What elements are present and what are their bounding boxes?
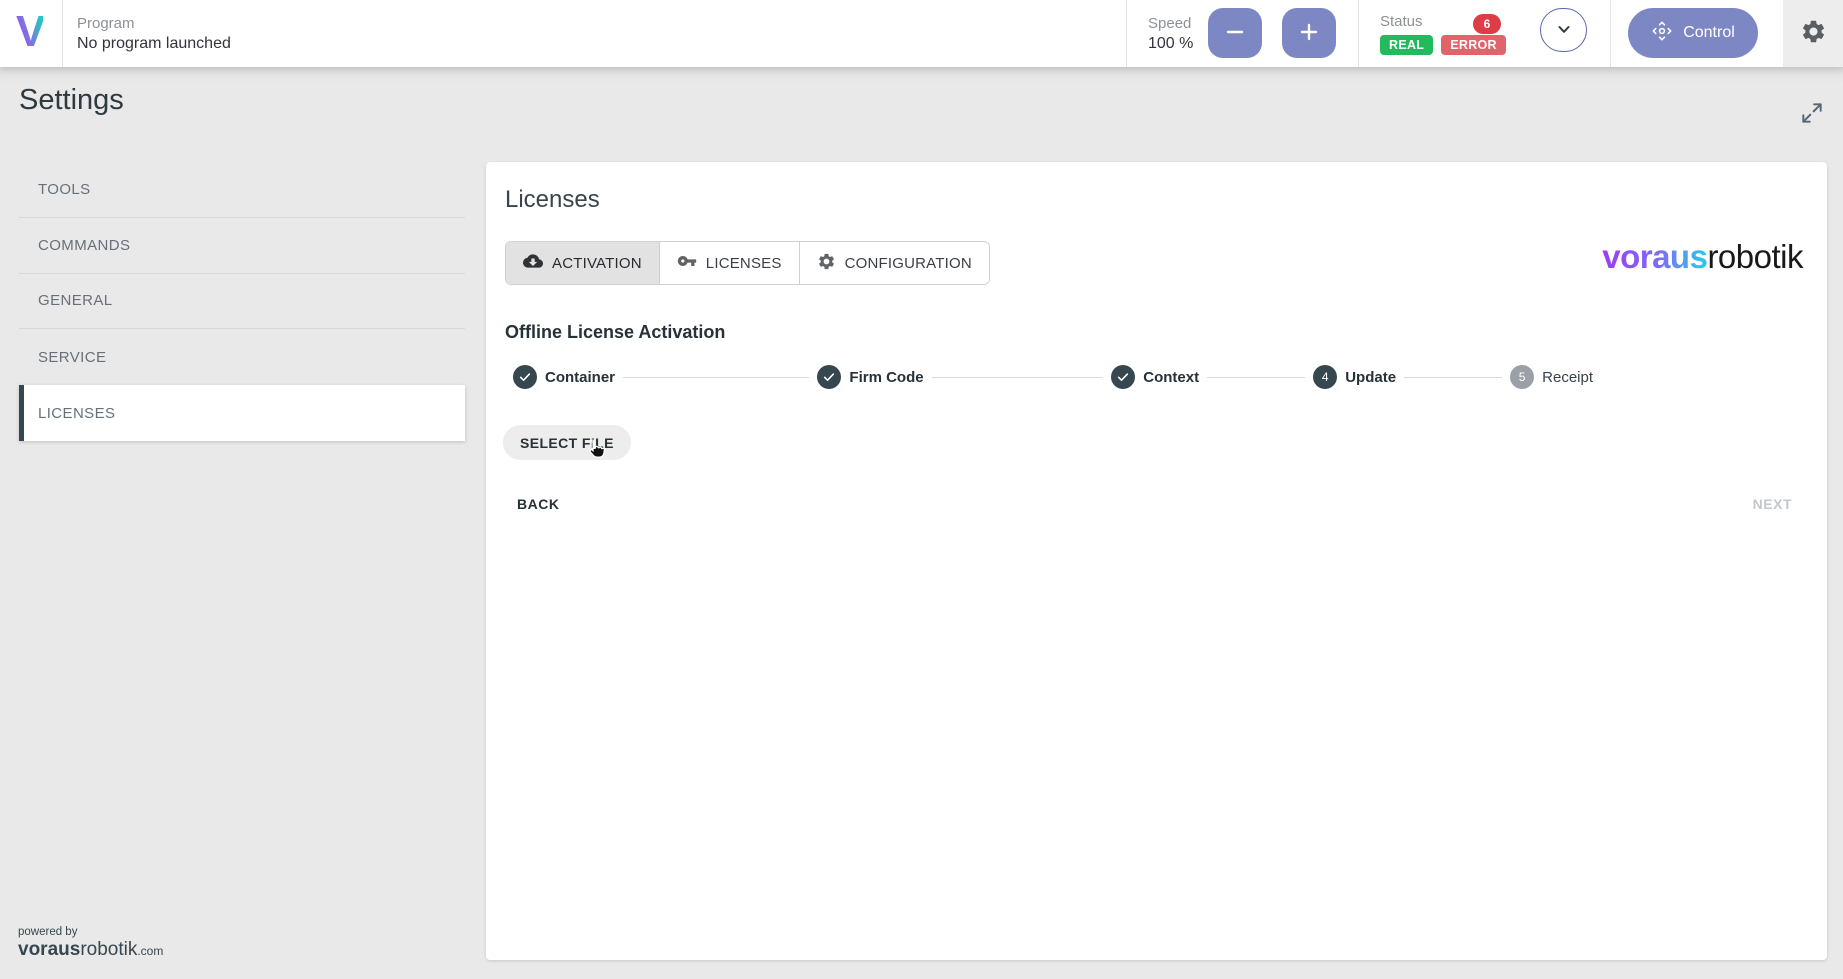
step-check-icon: [513, 365, 537, 389]
footer-brand-suffix: .com: [137, 944, 163, 958]
step-receipt: 5 Receipt: [1510, 365, 1593, 389]
sidebar-item-label: LICENSES: [38, 405, 115, 422]
tab-activation[interactable]: ACTIVATION: [506, 242, 659, 284]
back-button[interactable]: BACK: [505, 486, 571, 522]
app-screen: V Program No program launched Speed 100 …: [0, 0, 1843, 979]
minus-icon: [1222, 19, 1248, 48]
error-count-badge: 6: [1473, 14, 1501, 34]
footer-brand: vorausrobotik.com: [18, 939, 163, 961]
sidebar-item-general[interactable]: GENERAL: [19, 274, 465, 330]
section-title: Offline License Activation: [505, 322, 725, 343]
step-firm-code: Firm Code: [817, 365, 923, 389]
step-check-icon: [817, 365, 841, 389]
tab-configuration[interactable]: CONFIGURATION: [799, 242, 989, 284]
select-file-button[interactable]: SELECT FILE: [503, 425, 631, 460]
program-label: Program: [77, 15, 231, 32]
step-context: Context: [1111, 365, 1199, 389]
activation-stepper: Container Firm Code Context: [513, 364, 1593, 390]
top-bar: V Program No program launched Speed 100 …: [0, 0, 1843, 67]
plus-icon: [1296, 19, 1322, 48]
step-connector: [932, 377, 1104, 378]
powered-by-label: powered by: [18, 926, 163, 938]
next-button[interactable]: NEXT: [1741, 486, 1804, 522]
program-value: No program launched: [77, 35, 231, 53]
brand-bold: voraus: [1602, 238, 1707, 275]
footer-brand-regular: robotik: [80, 939, 137, 960]
program-status: Program No program launched: [77, 0, 231, 67]
divider: [62, 0, 63, 67]
step-label: Container: [545, 369, 615, 386]
fullscreen-toggle-button[interactable]: [1797, 99, 1827, 129]
step-container: Container: [513, 365, 615, 389]
licenses-card: Licenses vorausrobotik ACTIVATION LICENS…: [486, 162, 1827, 960]
cloud-download-icon: [523, 251, 543, 275]
control-button[interactable]: Control: [1628, 8, 1758, 58]
sidebar-item-tools[interactable]: TOOLS: [19, 162, 465, 218]
step-connector: [623, 377, 809, 378]
speed-value: 100 %: [1148, 35, 1193, 53]
tab-label: LICENSES: [706, 255, 782, 272]
status-badges: REAL ERROR: [1380, 35, 1506, 55]
sidebar-item-commands[interactable]: COMMANDS: [19, 218, 465, 274]
sidebar-item-licenses[interactable]: LICENSES: [19, 385, 465, 441]
settings-page: Settings TOOLS COMMANDS GENERAL SERVICE: [0, 67, 1843, 979]
step-label: Update: [1345, 369, 1396, 386]
sidebar-item-service[interactable]: SERVICE: [19, 329, 465, 385]
speed-label: Speed: [1148, 15, 1193, 32]
voraus-robotik-logo: vorausrobotik: [1602, 238, 1803, 276]
gear-icon: [1800, 18, 1827, 50]
divider: [1358, 0, 1359, 67]
step-label: Firm Code: [849, 369, 923, 386]
step-number: 5: [1510, 365, 1534, 389]
footer-brand-bold: voraus: [18, 939, 80, 960]
control-button-label: Control: [1683, 24, 1735, 42]
chevron-down-icon: [1552, 17, 1576, 44]
brand-regular: robotik: [1707, 238, 1803, 275]
sidebar-item-label: SERVICE: [38, 349, 106, 366]
step-number: 4: [1313, 365, 1337, 389]
page-title: Settings: [19, 84, 124, 117]
control-move-icon: [1651, 20, 1673, 47]
sidebar-item-label: TOOLS: [38, 181, 91, 198]
settings-gear-button[interactable]: [1783, 0, 1843, 67]
sidebar-item-label: COMMANDS: [38, 237, 130, 254]
status-badge-error: ERROR: [1441, 35, 1506, 55]
status-badge-real: REAL: [1380, 35, 1433, 55]
step-label: Context: [1143, 369, 1199, 386]
status-expand-button[interactable]: [1540, 8, 1587, 52]
expand-icon: [1799, 114, 1825, 129]
divider: [1126, 0, 1127, 67]
step-connector: [1404, 377, 1502, 378]
speed-display: Speed 100 %: [1148, 0, 1193, 67]
gear-icon: [817, 252, 836, 275]
tab-label: CONFIGURATION: [845, 255, 972, 272]
tab-licenses[interactable]: LICENSES: [659, 242, 799, 284]
step-connector: [1207, 377, 1305, 378]
step-check-icon: [1111, 365, 1135, 389]
key-icon: [677, 251, 697, 275]
sidebar-item-label: GENERAL: [38, 292, 113, 309]
step-label: Receipt: [1542, 369, 1593, 386]
settings-sidebar: TOOLS COMMANDS GENERAL SERVICE LICENSES: [19, 162, 465, 441]
license-tabs: ACTIVATION LICENSES CONFIGURATION: [505, 241, 990, 285]
card-title: Licenses: [505, 186, 600, 214]
tab-label: ACTIVATION: [552, 255, 642, 272]
app-logo[interactable]: V: [16, 6, 43, 58]
step-update: 4 Update: [1313, 365, 1396, 389]
divider: [1610, 0, 1611, 67]
speed-decrease-button[interactable]: [1208, 8, 1262, 58]
powered-by-footer: powered by vorausrobotik.com: [18, 926, 163, 961]
speed-increase-button[interactable]: [1282, 8, 1336, 58]
